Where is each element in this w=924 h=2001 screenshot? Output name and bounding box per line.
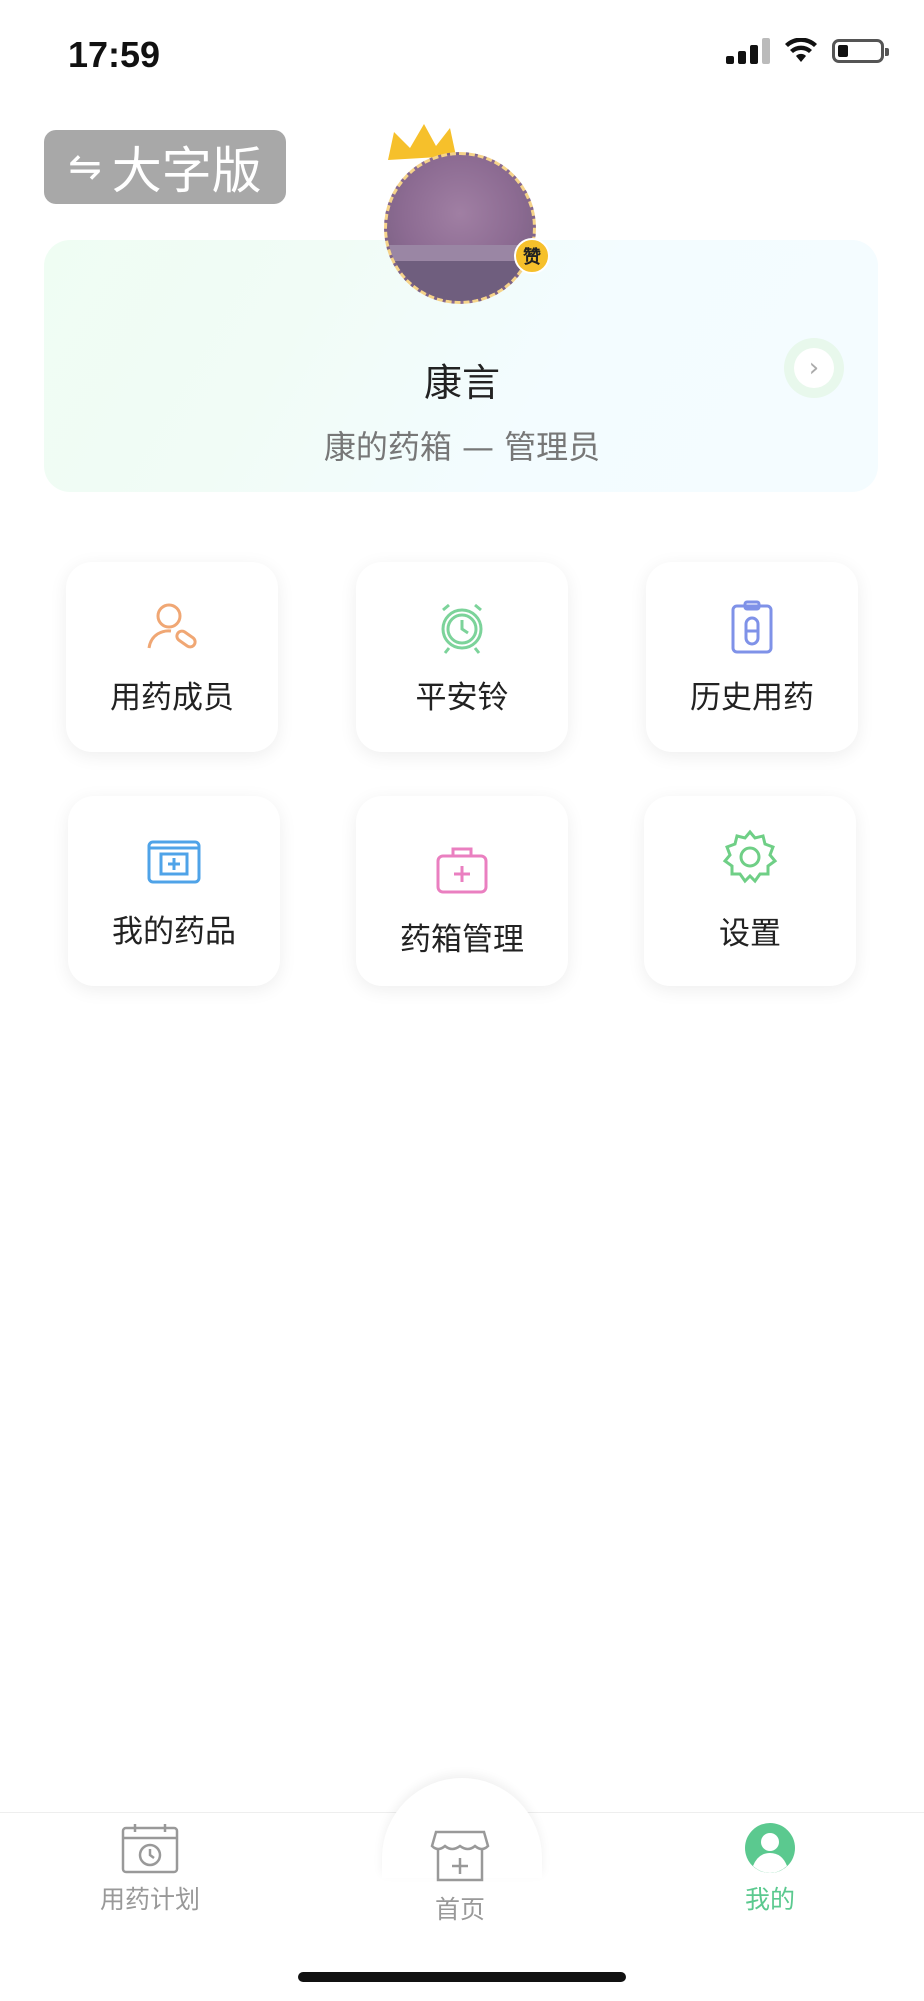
- menu-label: 我的药品: [112, 914, 236, 950]
- history-clipboard-icon: [723, 598, 781, 656]
- menu-label: 平安铃: [415, 680, 509, 716]
- menu-label: 药箱管理: [400, 922, 524, 958]
- home-indicator: [298, 1972, 626, 1982]
- swap-icon: ⇋: [68, 144, 102, 190]
- calendar-clock-icon: [121, 1824, 179, 1874]
- avatar: [384, 152, 536, 304]
- profile-role: 康的药箱 — 管理员: [323, 428, 601, 466]
- alarm-clock-icon: [433, 598, 491, 656]
- profile-arrow-button[interactable]: ›: [784, 338, 844, 398]
- tab-label: 用药计划: [100, 1885, 201, 1914]
- medicine-box-icon: [145, 832, 203, 890]
- menu-item-history[interactable]: 历史用药: [646, 562, 858, 752]
- menu-item-kit-management[interactable]: 药箱管理: [356, 796, 568, 986]
- store-icon: [430, 1830, 490, 1882]
- gear-icon: [721, 828, 779, 886]
- praise-badge: 赞: [514, 238, 550, 274]
- battery-icon: [832, 39, 889, 63]
- large-print-button[interactable]: ⇋ 大字版: [44, 130, 286, 204]
- menu-item-settings[interactable]: 设置: [644, 796, 856, 986]
- tab-home[interactable]: 首页: [430, 1828, 490, 1926]
- medical-bag-icon: [433, 840, 491, 898]
- menu-label: 设置: [719, 916, 781, 952]
- wifi-icon: [785, 38, 817, 62]
- status-time: 17:59: [68, 34, 161, 75]
- user-avatar-icon: [745, 1823, 795, 1873]
- avatar-group[interactable]: 赞: [380, 120, 550, 310]
- large-print-label: 大字版: [111, 142, 262, 200]
- status-icons: [726, 38, 889, 64]
- tab-mine[interactable]: 我的: [744, 1822, 796, 1916]
- menu-label: 历史用药: [690, 680, 814, 716]
- tab-medication-plan[interactable]: 用药计划: [100, 1822, 200, 1916]
- signal-icon: [726, 38, 770, 64]
- menu-item-my-medicines[interactable]: 我的药品: [68, 796, 280, 986]
- menu-label: 用药成员: [110, 680, 234, 716]
- tab-label: 首页: [434, 1895, 485, 1924]
- menu-item-safety-alarm[interactable]: 平安铃: [356, 562, 568, 752]
- tab-label: 我的: [744, 1885, 795, 1914]
- menu-item-members[interactable]: 用药成员: [66, 562, 278, 752]
- chevron-right-icon: ›: [794, 348, 834, 388]
- member-pill-icon: [143, 598, 201, 656]
